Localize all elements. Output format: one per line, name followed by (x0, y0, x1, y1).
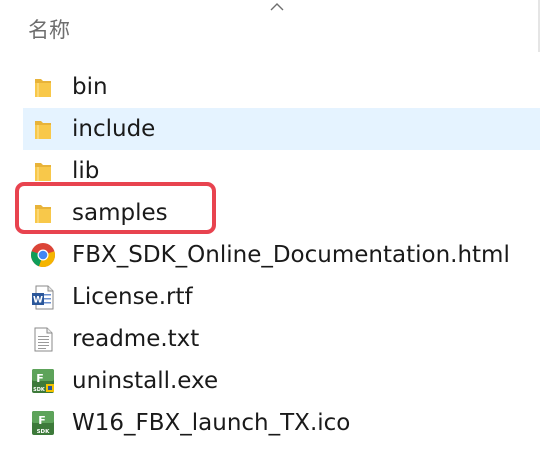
svg-text:SDK: SDK (37, 429, 51, 435)
file-name-label: W16_FBX_launch_TX.ico (72, 410, 351, 436)
file-name-label: FBX_SDK_Online_Documentation.html (72, 242, 510, 268)
svg-text:F: F (38, 414, 46, 427)
file-list: bin include lib samples FBX_SDK_Online_D… (0, 66, 540, 444)
word-document-icon: W (32, 285, 54, 310)
file-row-include[interactable]: include (0, 108, 540, 150)
file-row-license[interactable]: W License.rtf (0, 276, 540, 318)
folder-icon (35, 163, 51, 181)
file-row-readme[interactable]: readme.txt (0, 318, 540, 360)
file-row-documentation[interactable]: FBX_SDK_Online_Documentation.html (0, 234, 540, 276)
folder-icon (35, 121, 51, 139)
chrome-icon (31, 243, 55, 267)
file-row-samples[interactable]: samples (0, 192, 540, 234)
chevron-up-icon[interactable] (266, 0, 288, 12)
svg-text:F: F (36, 372, 44, 385)
file-row-lib[interactable]: lib (0, 150, 540, 192)
file-row-bin[interactable]: bin (0, 66, 540, 108)
svg-text:W: W (33, 296, 43, 306)
file-name-label: include (72, 116, 156, 142)
svg-text:SDK: SDK (33, 387, 46, 393)
folder-icon (35, 205, 51, 223)
file-explorer-window: 名称 bin include lib samples FBX_SDK_Onlin… (0, 0, 540, 467)
text-file-icon (34, 327, 53, 352)
file-row-icon-file[interactable]: F SDK W16_FBX_launch_TX.ico (0, 402, 540, 444)
column-header-bar: 名称 (0, 0, 540, 52)
file-name-label: bin (72, 74, 108, 100)
column-divider[interactable] (538, 0, 539, 52)
fbx-sdk-icon: F SDK (32, 411, 54, 435)
file-name-label: lib (72, 158, 100, 184)
file-name-label: readme.txt (72, 326, 200, 352)
file-name-label: License.rtf (72, 284, 193, 310)
file-row-uninstall[interactable]: F SDK uninstall.exe (0, 360, 540, 402)
name-column-header[interactable]: 名称 (28, 14, 70, 44)
file-name-label: uninstall.exe (72, 368, 219, 394)
folder-icon (35, 79, 51, 97)
file-name-label: samples (72, 200, 168, 226)
fbx-sdk-uninstall-icon: F SDK (32, 369, 54, 393)
